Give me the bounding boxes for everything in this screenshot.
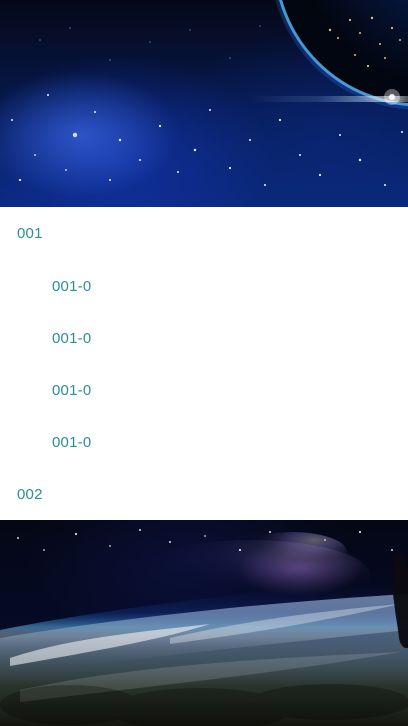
- menu-list: 001 001-0 001-0 001-0 001-0 002: [0, 207, 408, 520]
- submenu-item-001-0[interactable]: 001-0: [0, 416, 408, 468]
- menu-item-002[interactable]: 002: [0, 468, 408, 520]
- submenu-item-label: 001-0: [52, 277, 92, 295]
- submenu-item-label: 001-0: [52, 381, 92, 399]
- submenu-item-001-0[interactable]: 001-0: [0, 364, 408, 416]
- menu-item-label: 001: [17, 224, 43, 242]
- menu-item-001[interactable]: 001: [0, 207, 408, 259]
- submenu-item-label: 001-0: [52, 433, 92, 451]
- space-banner-top: [0, 0, 408, 207]
- space-banner-bottom: [0, 520, 408, 726]
- submenu-item-001-0[interactable]: 001-0: [0, 312, 408, 364]
- menu-item-label: 002: [17, 485, 43, 503]
- submenu-item-001-0[interactable]: 001-0: [0, 260, 408, 312]
- submenu-item-label: 001-0: [52, 329, 92, 347]
- space-banner-bottom-illustration: [0, 529, 408, 726]
- mobile-screen: 001 001-0 001-0 001-0 001-0 002: [0, 0, 408, 726]
- space-banner-top-illustration: [11, 0, 408, 186]
